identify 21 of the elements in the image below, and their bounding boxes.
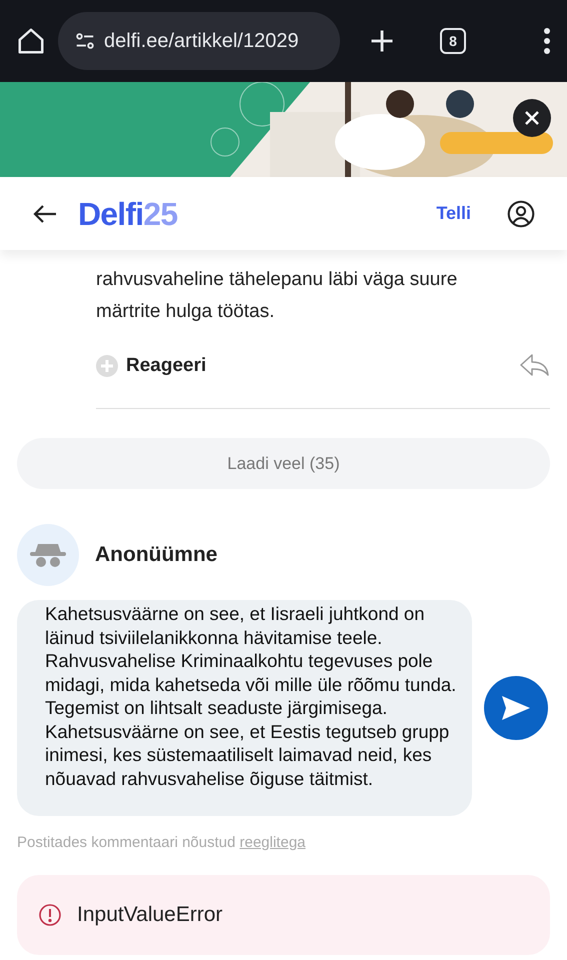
more-icon[interactable]: [543, 27, 551, 55]
plus-circle-icon: [96, 355, 118, 377]
error-message: InputValueError: [77, 902, 223, 928]
comment-input[interactable]: Kahetsusväärne on see, et Iisraeli juhtkond on läinud tsiviilelanikkonna hävitamise teele. Rahvusvahelise Kriminaalkohtu tegevuses pole midagi, mida kahetseda või mille üle rõõmu tunda. Tegemist on lihtsalt seaduste järgimisega. Kahetsusväärne on see, et Eestis tegutseb grupp inimesi, kes süstemaatiliselt laimavad neid, kes nõuavad rahvusvahelise õiguse täitmist.: [17, 600, 472, 816]
close-icon: [523, 109, 541, 127]
terms-text: Postitades kommentaari nõustud reeglitega: [17, 833, 307, 853]
delfi-logo[interactable]: Delfi25: [78, 198, 178, 230]
subscribe-link[interactable]: Telli: [436, 200, 471, 227]
incognito-icon: [30, 542, 66, 568]
address-bar[interactable]: delfi.ee/artikkel/12029: [58, 12, 340, 70]
author-name: Anonüümne: [95, 542, 218, 568]
send-icon: [501, 695, 531, 721]
account-icon[interactable]: [507, 200, 535, 228]
home-icon[interactable]: [16, 26, 46, 56]
comment-text: märtrite hulga töötas.: [96, 300, 276, 324]
tab-count-button[interactable]: 8: [440, 28, 466, 54]
load-more-button[interactable]: Laadi veel (35): [17, 438, 550, 489]
comment-text: rahvusvaheline tähelepanu läbi väga suure: [96, 268, 458, 292]
alert-icon: [39, 904, 61, 926]
url-text: delfi.ee/artikkel/12029: [104, 29, 299, 54]
react-button[interactable]: Reageeri: [96, 352, 206, 380]
